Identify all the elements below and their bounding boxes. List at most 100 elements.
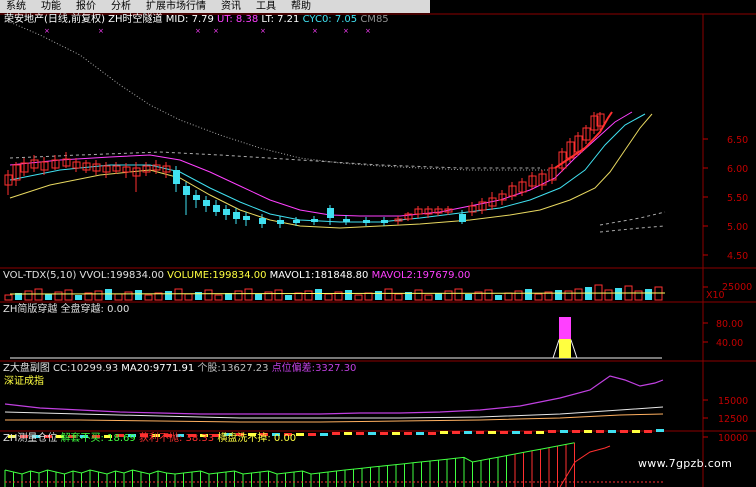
volume-header: VOL-TDX(5,10) VVOL:199834.00 VOLUME:1998… <box>3 270 470 281</box>
index-bar <box>308 433 316 436</box>
volume-bar <box>105 289 112 300</box>
candle-body <box>259 218 266 224</box>
ma20-value: 9771.91 <box>152 363 195 374</box>
volume-bar <box>204 289 213 301</box>
axis-label-500: 5.00 <box>727 222 748 233</box>
index-bar <box>380 432 388 435</box>
index-bar <box>548 430 556 433</box>
cyc-value: 7.05 <box>334 14 358 25</box>
ma20-line <box>4 406 664 419</box>
svg-text:×: × <box>213 27 219 35</box>
volume-label: VOLUME: <box>167 270 213 281</box>
volume-bar <box>4 294 13 301</box>
volume-bar <box>304 290 313 301</box>
cyc-label: CYC0: <box>302 14 332 25</box>
cm85-line <box>4 19 550 171</box>
svg-text:×: × <box>260 27 266 35</box>
cc-value: 10299.93 <box>70 363 119 374</box>
position-b-value: 38.33 <box>185 433 215 444</box>
chart-canvas[interactable]: 6.50 6.00 5.50 5.00 4.50 × × × × × × × × 2500… <box>0 0 756 487</box>
volume-bar <box>615 288 622 300</box>
lt-label: LT: <box>261 14 274 25</box>
volume-bar <box>174 288 183 301</box>
ut-value: 8.38 <box>235 14 259 25</box>
volume-bar <box>255 294 262 300</box>
signal-markers: × × × × × × × × <box>44 27 371 35</box>
candle-body <box>327 208 334 218</box>
volume-bar <box>24 290 33 301</box>
vol-axis-label: 25000 <box>722 282 752 293</box>
svg-text:×: × <box>365 27 371 35</box>
main-axis: 6.50 6.00 5.50 5.00 4.50 <box>703 135 748 262</box>
cross-axis-40: 40.00 <box>716 338 743 349</box>
index-bar <box>536 431 544 434</box>
vol-name[interactable]: VOL-TDX(5,10) <box>3 270 76 281</box>
candle-body <box>459 214 466 222</box>
volume-bar <box>454 288 463 301</box>
stock-value: 13627.23 <box>220 363 269 374</box>
volume-bar <box>534 293 543 301</box>
volume-bar <box>375 291 382 300</box>
index-bar <box>644 430 652 433</box>
index-name[interactable]: Z大盘副图 <box>3 363 50 374</box>
volume-bar <box>634 290 643 301</box>
dashed-channel-2 <box>599 211 666 226</box>
volume-bar <box>234 290 243 301</box>
stock-index-line <box>4 375 664 415</box>
volume-bar <box>315 289 322 300</box>
position-a-value: 18.69 <box>107 433 136 444</box>
position-panel <box>4 442 665 487</box>
volume-bar <box>94 290 103 301</box>
index-bar <box>560 430 568 433</box>
index-bar <box>428 432 436 435</box>
index-axis-12500: 12500 <box>718 414 748 425</box>
volume-bar <box>424 294 433 301</box>
volume-bar <box>354 294 363 301</box>
volume-bar <box>414 289 423 301</box>
candle-body <box>243 216 250 220</box>
svg-text:×: × <box>343 27 349 35</box>
volume-bar <box>285 295 292 300</box>
volume-bar <box>214 294 223 301</box>
watermark: www.7gpzb.com <box>638 457 733 470</box>
index-bar <box>464 431 472 434</box>
vvol-label: VVOL: <box>79 270 110 281</box>
index-bar <box>320 433 328 436</box>
volume-bar <box>645 289 652 300</box>
index-subtitle: 深证成指 <box>4 376 44 387</box>
deviation-value: 3327.30 <box>315 363 357 374</box>
indicator-name[interactable]: ZH时空隧道 <box>108 14 162 25</box>
mid-label: MID: <box>165 14 189 25</box>
stock-name[interactable]: 荣安地产(日线,前复权) <box>4 14 105 25</box>
cross-signal-bar-bottom <box>559 339 571 358</box>
position-profit-line <box>559 445 611 487</box>
volume-value: 199834.00 <box>212 270 267 281</box>
cross-name[interactable]: ZH简版穿越 <box>3 304 57 315</box>
position-name[interactable]: ZH测量仓位 <box>3 433 57 444</box>
index-bar <box>632 430 640 433</box>
cross-item-label: 全盘穿越: <box>60 304 104 315</box>
volume-bar <box>54 291 63 301</box>
index-bar <box>584 430 592 433</box>
axis-label-550: 5.50 <box>727 193 748 204</box>
volume-bar <box>444 290 453 301</box>
dashed-channel-3 <box>599 225 666 233</box>
cross-signal-bar-top <box>559 317 571 339</box>
index-bar <box>524 431 532 434</box>
volume-bar <box>144 294 153 301</box>
axis-label-600: 6.00 <box>727 164 748 175</box>
cross-header: ZH简版穿越 全盘穿越: 0.00 <box>3 304 129 315</box>
volume-bar <box>324 293 333 301</box>
mavol2-value: 197679.00 <box>416 270 471 281</box>
candle-body <box>173 170 180 184</box>
svg-text:×: × <box>195 27 201 35</box>
candle-body <box>277 220 284 224</box>
lt-value: 7.21 <box>277 14 300 25</box>
index-bar <box>416 432 424 435</box>
index-bar <box>608 430 616 433</box>
volume-bar <box>555 290 562 300</box>
axis-label-650: 6.50 <box>727 135 748 146</box>
index-axis-15000: 15000 <box>718 396 748 407</box>
volume-bar <box>195 292 202 300</box>
position-a-label: 解套不买: <box>60 433 104 444</box>
